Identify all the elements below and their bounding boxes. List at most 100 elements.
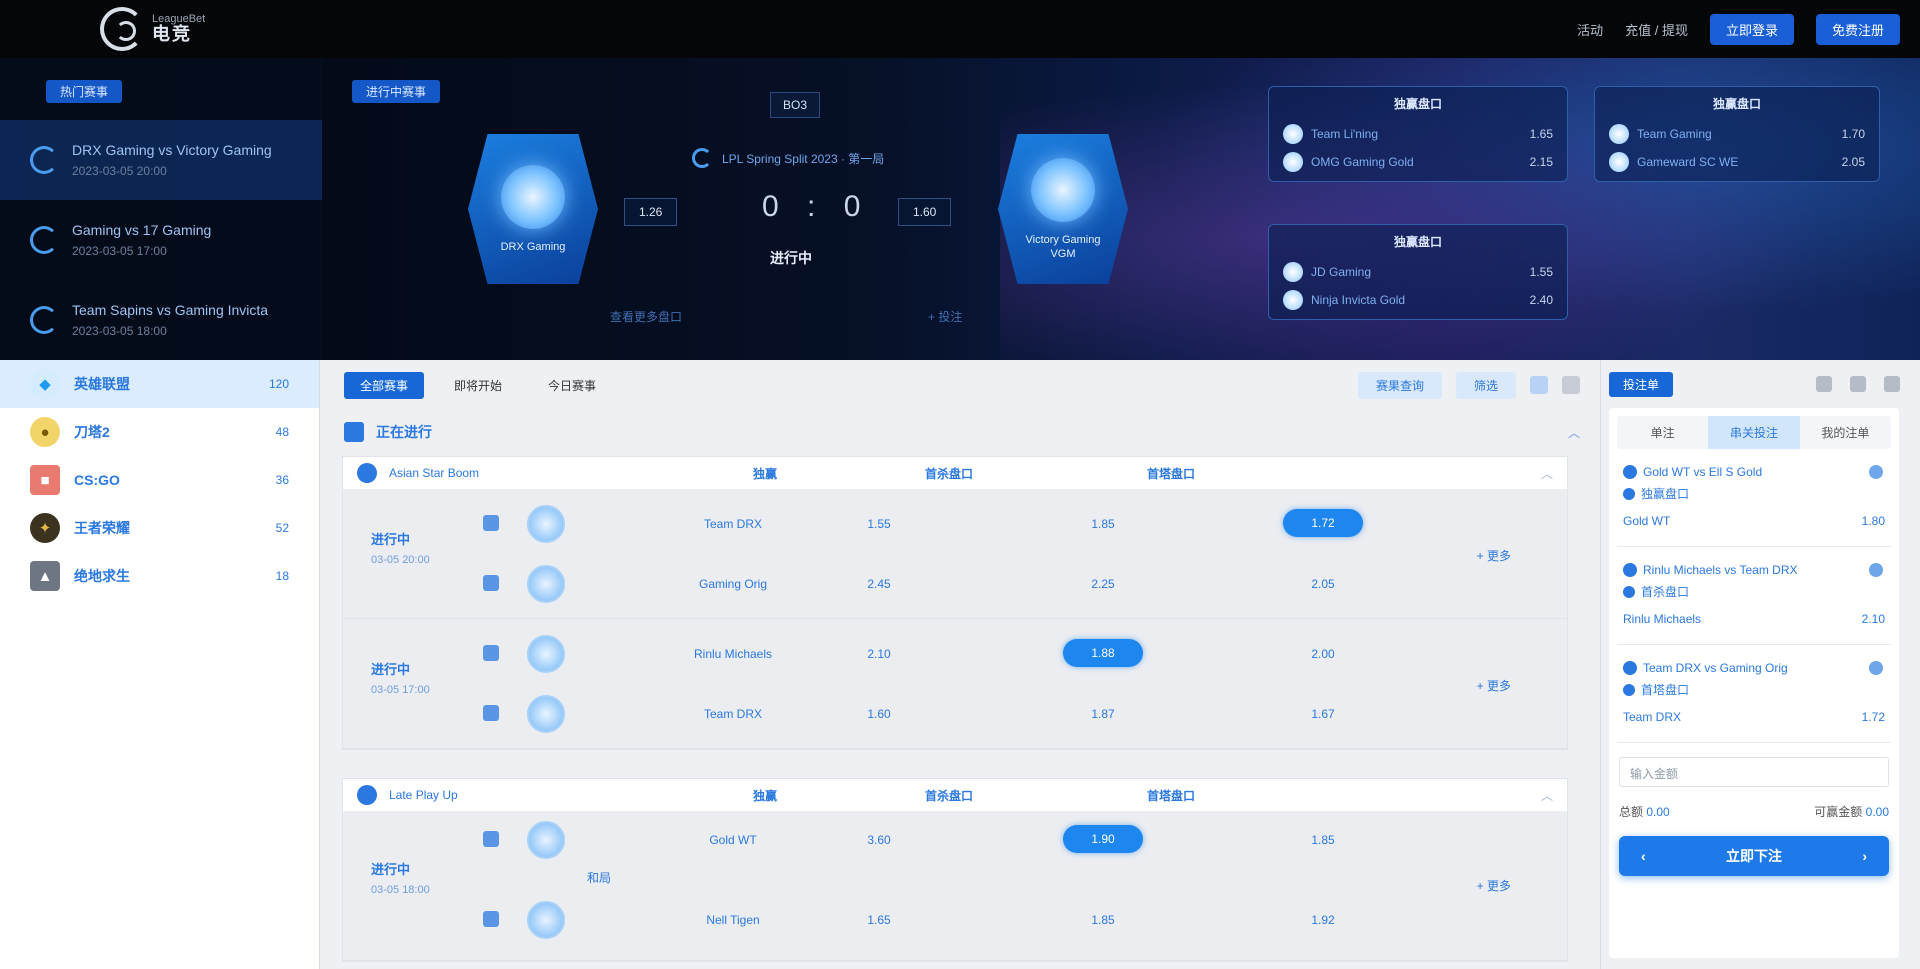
hot-match-item[interactable]: DRX Gaming vs Victory Gaming 2023-03-05 2… (0, 120, 322, 200)
register-button[interactable]: 免费注册 (1815, 13, 1900, 45)
odds-button[interactable]: 2.00 (1283, 647, 1363, 661)
odds-button[interactable]: 2.05 (1283, 577, 1363, 591)
nav-link-deposit[interactable]: 充值 / 提现 (1625, 20, 1688, 39)
match-list-area: 全部赛事 即将开始 今日赛事 赛果查询 筛选 正在进行 ︿ Asian Star… (320, 360, 1600, 969)
sidebar-item-kog[interactable]: ✦ 王者荣耀 52 (0, 504, 319, 552)
logo[interactable]: LeagueBet 电竞 (100, 7, 205, 51)
delete-icon[interactable] (1884, 376, 1900, 392)
quick-bet-row[interactable]: Ninja Invicta Gold 2.40 (1283, 286, 1553, 314)
more-markets-link[interactable]: + 更多 (1477, 877, 1511, 894)
stake-input[interactable]: 输入金额 (1619, 757, 1889, 787)
quick-bet-row[interactable]: OMG Gaming Gold 2.15 (1283, 148, 1553, 176)
odds-button[interactable]: 3.60 (839, 833, 919, 847)
odds-button[interactable]: 1.67 (1283, 707, 1363, 721)
match-row: 进行中 03-05 18:00 Gold WT 3.60 1.90 1.85 和局… (343, 811, 1567, 961)
favorite-icon[interactable] (483, 575, 499, 591)
favorite-icon[interactable] (483, 831, 499, 847)
odds-button-selected[interactable]: 1.72 (1283, 509, 1363, 537)
league-icon (357, 785, 377, 805)
player-row: Gaming Orig 2.45 2.25 2.05 (483, 565, 1383, 605)
grid-view-icon[interactable] (1562, 376, 1580, 394)
match-time: 进行中 03-05 17:00 (371, 659, 430, 696)
match-time: 进行中 03-05 18:00 (371, 859, 430, 896)
settings-icon[interactable] (1816, 376, 1832, 392)
quick-bet-row[interactable]: Team Li'ning 1.65 (1283, 120, 1553, 148)
bet-item: Gold WT vs Ell S Gold 独赢盘口 Gold WT 1.80 (1617, 457, 1891, 547)
odds-button[interactable]: 1.55 (839, 517, 919, 531)
tab-all[interactable]: 全部赛事 (344, 371, 425, 399)
odds-button-selected[interactable]: 1.88 (1063, 639, 1143, 667)
remove-bet-icon[interactable] (1869, 661, 1883, 675)
team-logo-icon (527, 821, 565, 859)
odds-button[interactable]: 1.85 (1063, 517, 1143, 531)
league-header[interactable]: Late Play Up 独赢 首杀盘口 首塔盘口 ︿ (343, 779, 1567, 811)
sidebar-item-dota[interactable]: ● 刀塔2 48 (0, 408, 319, 456)
favorite-icon[interactable] (483, 705, 499, 721)
hot-match-item[interactable]: Team Sapins vs Gaming Invicta 2023-03-05 … (0, 280, 322, 360)
odds-button[interactable]: 1.85 (1283, 833, 1363, 847)
bet-link[interactable]: + 投注 (928, 308, 962, 325)
chevron-up-icon[interactable]: ︿ (1568, 424, 1580, 441)
match-start: 03-05 17:00 (371, 684, 430, 696)
quick-bet-row[interactable]: Team Gaming 1.70 (1609, 120, 1865, 148)
remove-bet-icon[interactable] (1869, 465, 1883, 479)
odds-button[interactable]: 1.65 (839, 913, 919, 927)
team-name: Team Li'ning (1311, 127, 1378, 141)
team-logo-icon (1283, 290, 1303, 310)
away-odds[interactable]: 1.60 (898, 198, 952, 226)
favorite-icon[interactable] (483, 911, 499, 927)
more-markets-link[interactable]: + 更多 (1477, 677, 1511, 694)
filter-button[interactable]: 筛选 (1455, 371, 1516, 399)
column-header: 首塔盘口 (1147, 466, 1196, 481)
results-button[interactable]: 赛果查询 (1357, 371, 1442, 399)
refresh-icon[interactable] (1850, 376, 1866, 392)
bet-slip-panel: 单注 串关投注 我的注单 Gold WT vs Ell S Gold 独赢盘口 … (1609, 408, 1899, 958)
more-markets-link[interactable]: 查看更多盘口 (610, 308, 682, 325)
odds-button[interactable]: 1.92 (1283, 913, 1363, 927)
odds-button[interactable]: 1.85 (1063, 913, 1143, 927)
sidebar-item-lol[interactable]: ◆ 英雄联盟 120 (0, 360, 319, 408)
away-team-badge[interactable]: Victory Gaming VGM (998, 134, 1128, 284)
sport-count: 36 (275, 473, 289, 487)
sidebar-item-pubg[interactable]: ▲ 绝地求生 18 (0, 552, 319, 600)
home-odds[interactable]: 1.26 (624, 198, 678, 226)
market-icon (1623, 487, 1635, 500)
total-value: 0.00 (1646, 805, 1670, 819)
odds-button[interactable]: 1.87 (1063, 707, 1143, 721)
sidebar-item-csgo[interactable]: ■ CS:GO 36 (0, 456, 319, 504)
bet-totals: 总额 0.00 可赢金额 0.00 (1619, 803, 1889, 820)
login-button[interactable]: 立即登录 (1709, 13, 1794, 45)
list-view-icon[interactable] (1530, 376, 1548, 394)
home-team-badge[interactable]: DRX Gaming (468, 134, 598, 284)
odds-button[interactable]: 2.45 (839, 577, 919, 591)
bet-match: Team DRX vs Gaming Orig (1643, 661, 1788, 675)
odds-button-selected[interactable]: 1.90 (1063, 825, 1143, 853)
column-header: 首塔盘口 (1147, 788, 1196, 803)
team-logo-icon (1609, 124, 1629, 144)
chevron-up-icon[interactable]: ︿ (1541, 465, 1553, 482)
quick-bet-row[interactable]: Gameward SC WE 2.05 (1609, 148, 1865, 176)
remove-bet-icon[interactable] (1869, 563, 1883, 577)
quick-bet-row[interactable]: JD Gaming 1.55 (1283, 258, 1553, 286)
odds-button[interactable]: 2.25 (1063, 577, 1143, 591)
hot-match-item[interactable]: Gaming vs 17 Gaming 2023-03-05 17:00 (0, 200, 322, 280)
odds-button[interactable]: 2.10 (839, 647, 919, 661)
tab-parlay[interactable]: 串关投注 (1708, 416, 1800, 449)
section-header[interactable]: 正在进行 ︿ (344, 418, 1580, 446)
tab-my-bets[interactable]: 我的注单 (1799, 416, 1891, 449)
tab-upcoming[interactable]: 即将开始 (438, 372, 518, 399)
favorite-icon[interactable] (483, 515, 499, 531)
tab-single[interactable]: 单注 (1617, 416, 1709, 449)
chevron-up-icon[interactable]: ︿ (1541, 787, 1553, 804)
more-markets-link[interactable]: + 更多 (1477, 547, 1511, 564)
league-header[interactable]: Asian Star Boom 独赢 首杀盘口 首塔盘口 ︿ (343, 457, 1567, 489)
odds-button[interactable]: 1.60 (839, 707, 919, 721)
logo-text-cn: 电竞 (152, 24, 192, 45)
tab-today[interactable]: 今日赛事 (532, 372, 612, 399)
place-bet-button[interactable]: ‹ 立即下注 › (1619, 836, 1889, 876)
nav-link-events[interactable]: 活动 (1577, 20, 1603, 39)
bet-odds: 1.80 (1861, 514, 1885, 528)
league-name: LPL Spring Split 2023 · 第一局 (722, 151, 885, 166)
favorite-icon[interactable] (483, 645, 499, 661)
player-row: Rinlu Michaels 2.10 1.88 2.00 (483, 635, 1383, 675)
